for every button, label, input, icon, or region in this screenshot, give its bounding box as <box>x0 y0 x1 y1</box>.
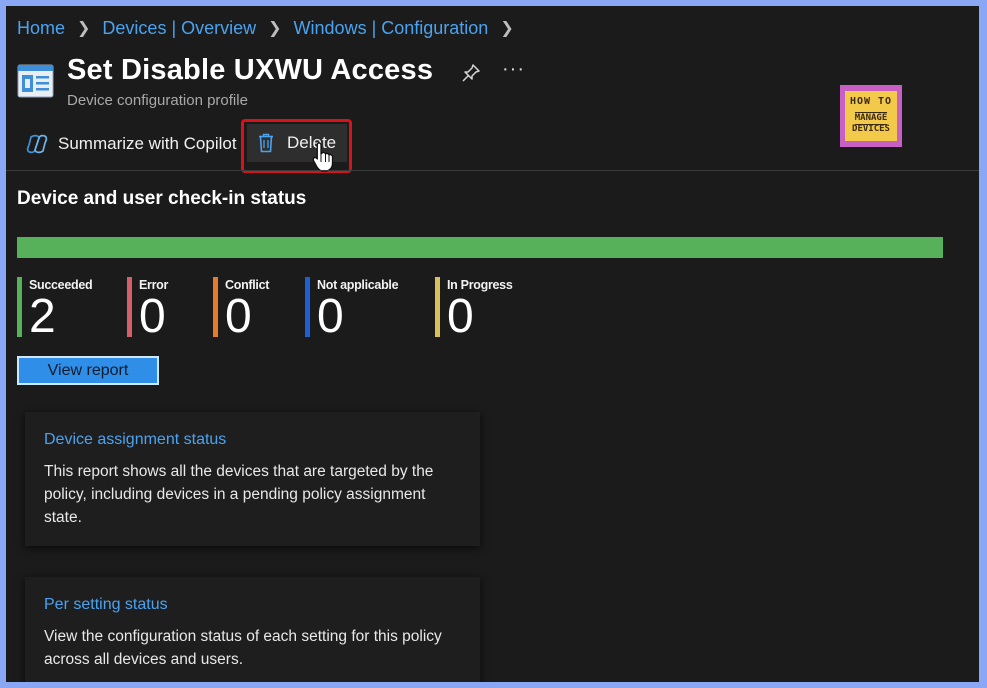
check-in-status-title: Device and user check-in status <box>17 188 307 209</box>
page-subtitle: Device configuration profile <box>67 92 248 109</box>
breadcrumb-devices-overview[interactable]: Devices | Overview <box>102 18 256 39</box>
logo-text-line1: HOW TO <box>849 96 893 108</box>
stat-value: 0 <box>225 290 252 343</box>
stat-value: 2 <box>29 290 56 343</box>
stat-value: 0 <box>447 290 474 343</box>
chevron-right-icon: ❯ <box>500 20 514 37</box>
more-options-icon[interactable]: ··· <box>502 58 525 81</box>
card-description: View the configuration status of each se… <box>44 628 442 668</box>
toolbar-divider <box>6 170 979 171</box>
stat-color-bar <box>305 277 310 337</box>
logo-text-line2: MANAGE <box>854 111 888 126</box>
chevron-right-icon: ❯ <box>268 20 282 37</box>
card-title[interactable]: Device assignment status <box>44 431 226 449</box>
device-assignment-status-card[interactable]: Device assignment status This report sho… <box>25 412 480 546</box>
card-description: This report shows all the devices that a… <box>44 463 434 526</box>
configuration-profile-icon <box>17 64 54 98</box>
progress-fill-succeeded <box>17 237 943 258</box>
app-frame: Home ❯ Devices | Overview ❯ Windows | Co… <box>6 6 979 682</box>
card-title[interactable]: Per setting status <box>44 596 168 614</box>
copilot-icon <box>26 134 48 154</box>
pin-icon[interactable] <box>461 63 481 83</box>
page-title: Set Disable UXWU Access <box>67 54 434 86</box>
breadcrumb: Home ❯ Devices | Overview ❯ Windows | Co… <box>17 17 526 39</box>
stat-color-bar <box>213 277 218 337</box>
hand-cursor-icon <box>312 142 334 172</box>
logo-text-line3: DEVICES <box>852 124 890 135</box>
breadcrumb-windows-configuration[interactable]: Windows | Configuration <box>294 18 489 39</box>
per-setting-status-card[interactable]: Per setting status View the configuratio… <box>25 577 480 682</box>
breadcrumb-home[interactable]: Home <box>17 18 65 39</box>
how-to-manage-devices-logo: HOW TO MANAGE DEVICES <box>840 85 902 147</box>
stat-color-bar <box>17 277 22 337</box>
stat-value: 0 <box>139 290 166 343</box>
stat-color-bar <box>127 277 132 337</box>
copilot-label: Summarize with Copilot <box>58 134 237 153</box>
view-report-button[interactable]: View report <box>17 356 159 385</box>
check-in-progress-bar <box>17 237 943 258</box>
summarize-with-copilot-button[interactable]: Summarize with Copilot <box>26 128 237 160</box>
stat-value: 0 <box>317 290 344 343</box>
chevron-right-icon: ❯ <box>77 20 91 37</box>
stat-color-bar <box>435 277 440 337</box>
